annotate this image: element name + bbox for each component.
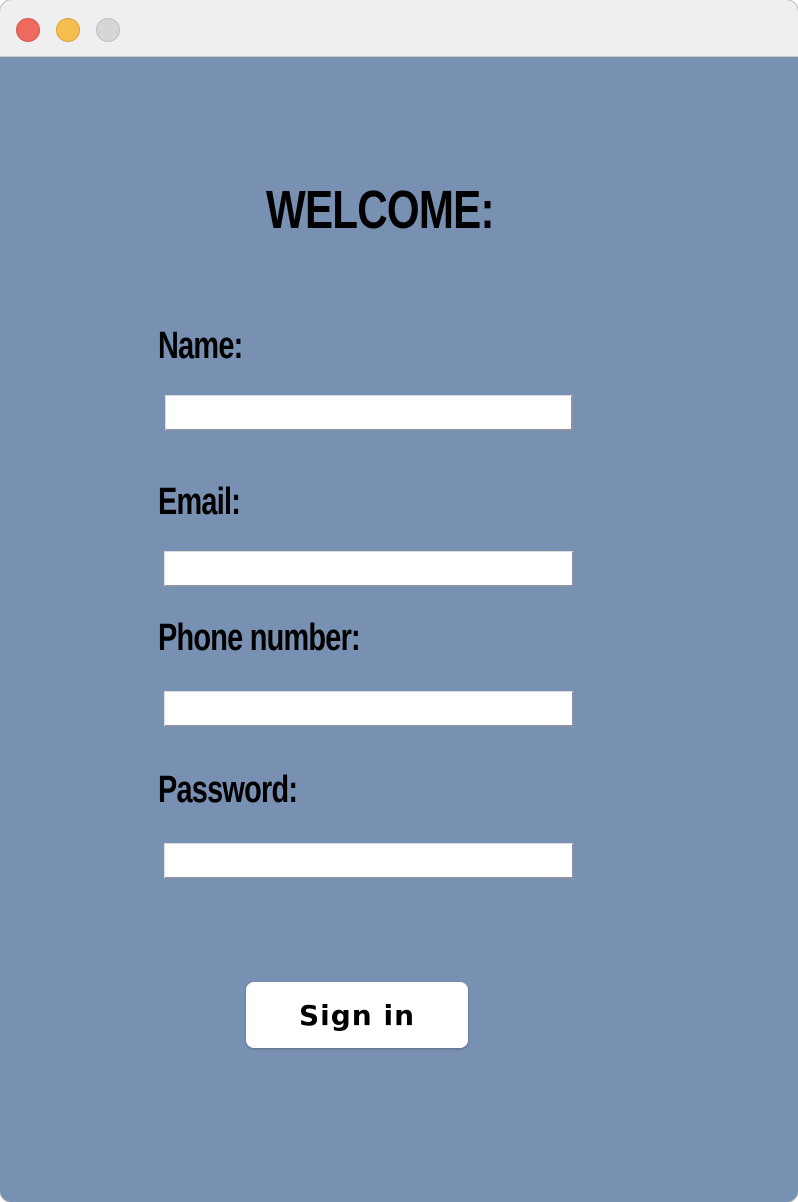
password-label: Password: <box>158 769 298 811</box>
zoom-window-button[interactable] <box>96 18 120 42</box>
name-field[interactable] <box>165 395 573 431</box>
password-field[interactable] <box>164 843 574 879</box>
close-window-button[interactable] <box>16 18 40 42</box>
email-field[interactable] <box>164 551 574 587</box>
minimize-window-button[interactable] <box>56 18 80 42</box>
phone-number-label: Phone number: <box>158 617 361 659</box>
name-label: Name: <box>158 325 243 367</box>
sign-in-button[interactable]: Sign in <box>246 982 468 1048</box>
sign-in-form: WELCOME: Name: Email: Phone number: Pass… <box>0 57 798 1202</box>
email-label: Email: <box>158 481 241 523</box>
welcome-title: WELCOME: <box>266 180 495 240</box>
title-bar <box>0 0 798 57</box>
phone-number-field[interactable] <box>164 691 574 727</box>
app-window: WELCOME: Name: Email: Phone number: Pass… <box>0 0 798 1202</box>
